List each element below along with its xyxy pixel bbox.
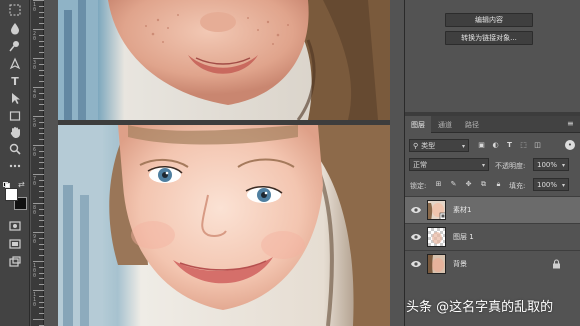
ruler-tick <box>33 58 44 59</box>
lock-transparent-icon[interactable]: ⊞ <box>434 180 443 189</box>
pen-tool-icon[interactable] <box>6 56 24 72</box>
shape-filter-icon[interactable]: ⬚ <box>519 141 528 150</box>
ruler-tick <box>33 29 44 30</box>
quick-mask-icon[interactable] <box>6 218 24 234</box>
zoom-tool-icon[interactable] <box>6 141 24 157</box>
filter-toggle-icon[interactable]: • <box>565 140 575 150</box>
ruler-tick <box>33 0 44 1</box>
fill-label: 填充: <box>509 182 526 190</box>
hand-tool-icon[interactable] <box>6 124 24 140</box>
opacity-value: 100% <box>537 160 558 169</box>
tab-paths[interactable]: 路径 <box>459 116 485 133</box>
ruler-number: 110 <box>33 292 37 308</box>
ruler-tick <box>33 261 44 262</box>
layer-name[interactable]: 背景 <box>453 259 467 269</box>
rectangle-tool-icon[interactable] <box>6 108 24 124</box>
lock-position-icon[interactable]: ✥ <box>464 180 473 189</box>
document-canvas[interactable] <box>44 0 404 326</box>
artboard-icon[interactable] <box>6 254 24 270</box>
layer-thumbnail <box>427 200 446 220</box>
layer-row-layer-1[interactable]: 图层 1 <box>405 223 580 250</box>
ruler-tick <box>33 116 44 117</box>
chevron-down-icon: ▾ <box>561 162 565 169</box>
foreground-color-swatch[interactable] <box>5 188 18 201</box>
path-select-tool-icon[interactable] <box>6 90 24 106</box>
layer-filter-dropdown[interactable]: ⚲ 类型 ▾ <box>409 139 469 152</box>
dodge-tool-icon[interactable] <box>6 38 24 54</box>
tools-panel: T ⇄ <box>0 0 30 326</box>
layer-thumbnail <box>427 227 446 247</box>
eye-icon[interactable] <box>411 233 421 241</box>
ruler-number: 30 <box>33 60 37 71</box>
layers-panel: 图层 通道 路径 ≡ ⚲ 类型 ▾ ▣ ◐ T ⬚ ◫ • 正常 ▾ 不透明度:… <box>405 116 580 326</box>
photo-after <box>58 125 390 326</box>
ruler-number: 20 <box>33 31 37 42</box>
watermark: 头条 @这名字真的乱取的 <box>406 300 554 315</box>
vertical-ruler: 10 20 30 40 50 60 70 80 90 100 110 <box>31 0 44 326</box>
layer-name[interactable]: 图层 1 <box>453 232 474 242</box>
ruler-number: 100 <box>33 263 37 279</box>
ruler-tick <box>33 145 44 146</box>
convert-to-linked-button[interactable]: 转换为链接对象... <box>445 31 533 45</box>
lock-pixels-icon[interactable]: ✎ <box>449 180 458 189</box>
ruler-tick <box>33 174 44 175</box>
ruler-tick <box>33 203 44 204</box>
lock-artboard-icon[interactable]: ⧉ <box>479 180 488 189</box>
ruler-number: 70 <box>33 176 37 187</box>
blur-tool-icon[interactable] <box>6 20 24 36</box>
blend-mode-dropdown[interactable]: 正常 ▾ <box>409 158 489 171</box>
ruler-tick <box>33 290 44 291</box>
properties-panel: 编辑内容 转换为链接对象... <box>405 0 580 112</box>
blend-mode-value: 正常 <box>413 160 427 169</box>
ruler-tick <box>33 232 44 233</box>
eye-icon[interactable] <box>411 206 421 214</box>
filter-label: 类型 <box>421 141 436 150</box>
layer-thumbnail <box>427 254 446 274</box>
panel-menu-icon[interactable]: ≡ <box>567 120 575 128</box>
photo-before <box>58 0 390 120</box>
tab-channels[interactable]: 通道 <box>432 116 458 133</box>
more-tools-icon[interactable] <box>6 158 24 174</box>
ruler-number: 50 <box>33 118 37 129</box>
screen-mode-icon[interactable] <box>6 236 24 252</box>
layer-row-background[interactable]: 背景 <box>405 250 580 277</box>
pixel-filter-icon[interactable]: ▣ <box>477 141 486 150</box>
fill-value: 100% <box>537 180 558 189</box>
smart-object-filter-icon[interactable]: ◫ <box>533 141 542 150</box>
ruler-number: 40 <box>33 89 37 100</box>
eye-icon[interactable] <box>411 260 421 268</box>
chevron-down-icon: ▾ <box>481 162 485 169</box>
ruler-tick <box>33 87 44 88</box>
opacity-label: 不透明度: <box>495 162 526 170</box>
type-tool-icon[interactable]: T <box>6 73 24 89</box>
lock-all-icon[interactable]: 🔒︎ <box>494 180 503 189</box>
lock-label: 锁定: <box>410 182 427 190</box>
ruler-number: 80 <box>33 205 37 216</box>
search-icon: ⚲ <box>413 141 419 150</box>
edit-contents-button[interactable]: 编辑内容 <box>445 13 533 27</box>
tab-layers[interactable]: 图层 <box>405 116 431 133</box>
layer-row-smart-object[interactable]: 素材1 <box>405 196 580 223</box>
opacity-field[interactable]: 100% ▾ <box>533 158 569 171</box>
layers-tab-bar: 图层 通道 路径 ≡ <box>405 116 580 133</box>
chevron-down-icon: ▾ <box>461 143 465 150</box>
ruler-number: 10 <box>33 2 37 13</box>
ruler-number: 90 <box>33 234 37 245</box>
chevron-down-icon: ▾ <box>561 182 565 189</box>
type-filter-icon[interactable]: T <box>505 141 514 150</box>
right-panels: 编辑内容 转换为链接对象... 图层 通道 路径 ≡ ⚲ 类型 ▾ ▣ ◐ T … <box>404 0 580 326</box>
color-swatches[interactable] <box>5 188 27 210</box>
fill-field[interactable]: 100% ▾ <box>533 178 569 191</box>
layer-name[interactable]: 素材1 <box>453 205 471 215</box>
ruler-number: 60 <box>33 147 37 158</box>
lock-icon <box>553 259 560 269</box>
ruler-tick <box>33 319 44 320</box>
adjustment-filter-icon[interactable]: ◐ <box>491 141 500 150</box>
marquee-tool-icon[interactable] <box>6 2 24 18</box>
